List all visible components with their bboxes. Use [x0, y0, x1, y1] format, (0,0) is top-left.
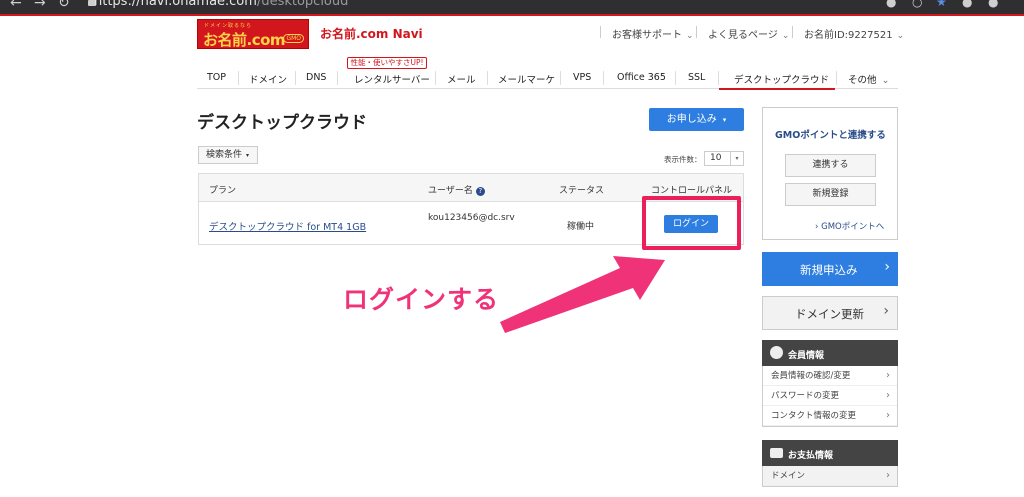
member-info-item[interactable]: コンタクト情報の変更 ›: [763, 406, 897, 426]
payment-info-list: ドメイン ›: [762, 466, 898, 487]
chevron-right-icon: ›: [886, 390, 890, 401]
gmo-point-title: GMOポイントと連携する: [775, 130, 886, 141]
arrow-shape: [500, 256, 665, 333]
member-info-header: 会員情報: [762, 340, 898, 366]
gmo-point-link[interactable]: › GMOポイントへ: [815, 220, 884, 232]
member-info-item-label: 会員情報の確認/変更: [771, 371, 851, 381]
gmo-point-panel: GMOポイントと連携する 連携する 新規登録 › GMOポイントへ: [762, 107, 898, 240]
page: ← → ↻ https://navi.onamae.com/desktopclo…: [0, 0, 1024, 497]
user-icon: [770, 346, 783, 359]
chevron-right-icon: ›: [886, 410, 890, 421]
domain-renew-label: ドメイン更新: [795, 307, 864, 321]
register-button[interactable]: 新規登録: [785, 183, 876, 206]
chevron-right-icon: ›: [886, 470, 890, 481]
new-application-button[interactable]: 新規申込み ›: [762, 252, 898, 286]
member-info-item[interactable]: パスワードの変更 ›: [763, 386, 897, 406]
chevron-right-icon: ›: [886, 370, 890, 381]
member-info-item-label: パスワードの変更: [771, 391, 840, 401]
annotation-label: ログインする: [343, 285, 500, 314]
new-application-label: 新規申込み: [800, 263, 858, 277]
member-info-item[interactable]: 会員情報の確認/変更 ›: [763, 366, 897, 386]
payment-info-header: お支払情報: [762, 440, 898, 466]
chevron-right-icon: ›: [884, 259, 890, 275]
member-info-item-label: コンタクト情報の変更: [771, 411, 857, 421]
chevron-right-icon: ›: [883, 303, 889, 319]
payment-info-title: お支払情報: [788, 451, 834, 461]
member-info-list: 会員情報の確認/変更 › パスワードの変更 › コンタクト情報の変更 ›: [762, 366, 898, 427]
card-icon: [770, 448, 783, 458]
domain-renew-button[interactable]: ドメイン更新 ›: [762, 296, 898, 330]
link-button[interactable]: 連携する: [785, 154, 876, 177]
payment-info-item[interactable]: ドメイン ›: [763, 466, 897, 486]
gmo-point-link-label: GMOポイントへ: [821, 222, 885, 232]
payment-info-item-label: ドメイン: [771, 471, 806, 481]
member-info-title: 会員情報: [788, 351, 825, 361]
